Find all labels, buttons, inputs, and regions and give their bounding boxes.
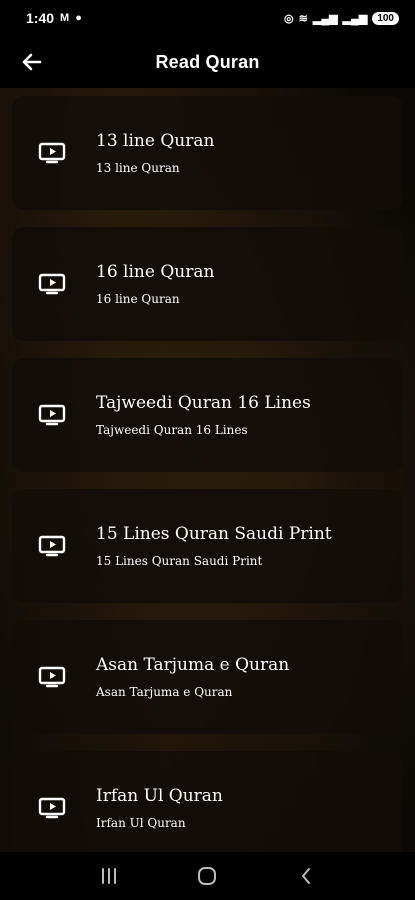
item-title: 15 Lines Quran Saudi Print xyxy=(96,524,332,544)
page-title: Read Quran xyxy=(155,51,260,72)
item-title: 13 line Quran xyxy=(96,131,215,151)
item-subtitle: 16 line Quran xyxy=(96,292,180,306)
gmail-icon: M xyxy=(60,12,70,24)
wifi-icon: ≋ xyxy=(298,12,308,25)
nav-back-button[interactable] xyxy=(286,861,326,891)
item-title: 16 line Quran xyxy=(96,262,215,282)
list-item[interactable]: Asan Tarjuma e Quran Asan Tarjuma e Qura… xyxy=(12,620,403,734)
battery-icon: 100 xyxy=(372,11,399,25)
item-subtitle: Asan Tarjuma e Quran xyxy=(96,685,233,699)
hotspot-icon: ◎ xyxy=(284,12,294,25)
item-subtitle: 15 Lines Quran Saudi Print xyxy=(96,554,263,568)
play-screen-icon xyxy=(38,273,66,295)
play-screen-icon xyxy=(38,404,66,426)
item-subtitle: Irfan Ul Quran xyxy=(96,816,186,830)
home-icon xyxy=(198,867,217,885)
back-button[interactable] xyxy=(18,48,46,76)
item-subtitle: 13 line Quran xyxy=(96,161,180,175)
system-nav-bar xyxy=(0,852,415,900)
recents-button[interactable] xyxy=(89,861,129,891)
app-bar: Read Quran xyxy=(0,36,415,88)
list-item[interactable]: Irfan Ul Quran Irfan Ul Quran xyxy=(12,751,403,852)
play-screen-icon xyxy=(38,535,66,557)
item-title: Irfan Ul Quran xyxy=(96,786,223,806)
list-item[interactable]: 16 line Quran 16 line Quran xyxy=(12,227,403,341)
item-subtitle: Tajweedi Quran 16 Lines xyxy=(96,423,248,437)
quran-list[interactable]: 13 line Quran 13 line Quran 16 line Qura… xyxy=(12,96,403,852)
status-time: 1:40 xyxy=(26,10,55,26)
play-screen-icon xyxy=(38,142,66,164)
recents-icon xyxy=(102,868,117,884)
list-item[interactable]: 15 Lines Quran Saudi Print 15 Lines Qura… xyxy=(12,489,403,603)
list-item[interactable]: Tajweedi Quran 16 Lines Tajweedi Quran 1… xyxy=(12,358,403,472)
back-chevron-icon xyxy=(301,868,310,884)
status-bar: 1:40 M ● ◎ ≋ ▂▄▆ ▂▄▆ 100 xyxy=(0,0,415,36)
home-button[interactable] xyxy=(187,861,227,891)
item-title: Asan Tarjuma e Quran xyxy=(96,655,290,675)
app-notification-icon: ● xyxy=(75,12,82,24)
signal-icon-2: ▂▄▆ xyxy=(342,12,368,25)
list-item[interactable]: 13 line Quran 13 line Quran xyxy=(12,96,403,210)
item-title: Tajweedi Quran 16 Lines xyxy=(96,393,311,413)
arrow-left-icon xyxy=(22,53,42,71)
play-screen-icon xyxy=(38,666,66,688)
play-screen-icon xyxy=(38,797,66,819)
signal-icon: ▂▄▆ xyxy=(312,12,338,25)
